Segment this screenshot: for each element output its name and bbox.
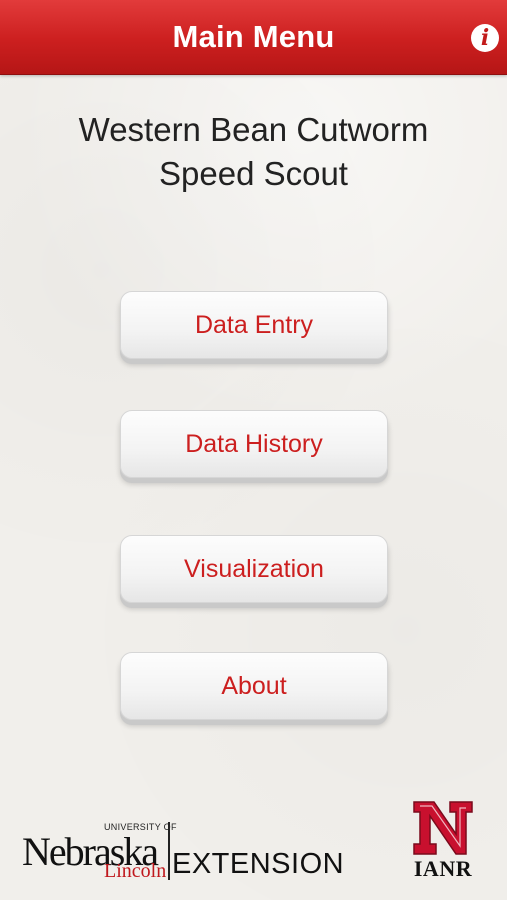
ianr-logo: IANR bbox=[410, 800, 476, 884]
logo-lincoln: Lincoln bbox=[104, 860, 167, 882]
logo-extension: EXTENSION bbox=[172, 848, 345, 880]
about-button[interactable]: About bbox=[120, 652, 388, 720]
page-title: Main Menu bbox=[172, 19, 335, 54]
app-title-line-1: Western Bean Cutworm bbox=[78, 111, 429, 148]
data-history-button[interactable]: Data History bbox=[120, 410, 388, 478]
app-title-line-2: Speed Scout bbox=[159, 155, 348, 192]
navigation-bar: Main Menu i bbox=[0, 0, 507, 75]
data-entry-button[interactable]: Data Entry bbox=[120, 291, 388, 359]
ianr-text: IANR bbox=[413, 856, 473, 881]
unl-extension-logo: UNIVERSITY OF Nebraska Lincoln EXTENSION bbox=[22, 818, 344, 888]
nebraska-n-icon bbox=[413, 801, 473, 855]
logo-divider bbox=[168, 822, 170, 880]
info-icon[interactable]: i bbox=[471, 24, 499, 52]
app-title: Western Bean Cutworm Speed Scout bbox=[0, 108, 507, 196]
visualization-button[interactable]: Visualization bbox=[120, 535, 388, 603]
